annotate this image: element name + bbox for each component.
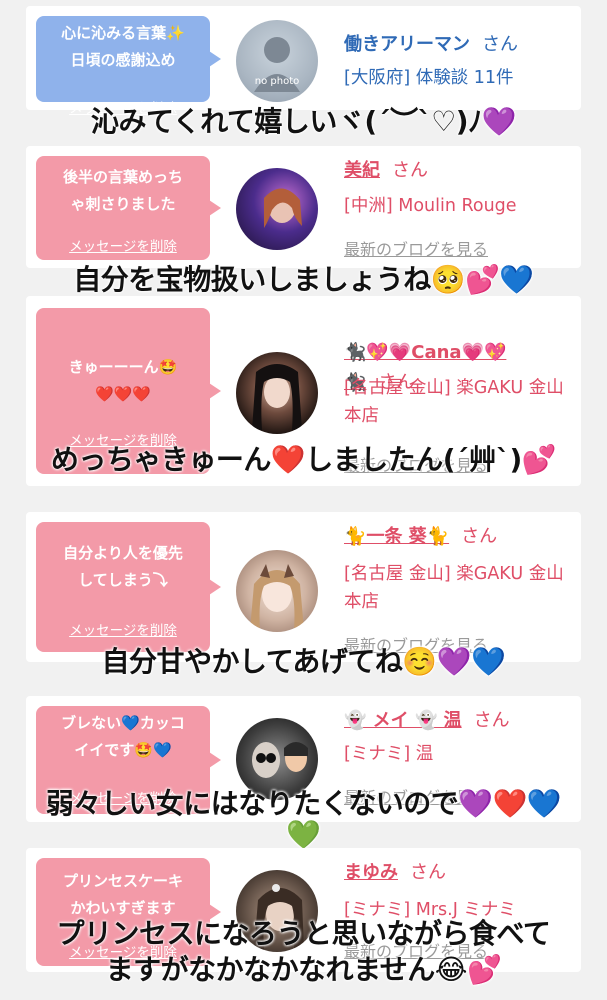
overlay-caption-line2: 💚 [286, 818, 321, 851]
message-text: きゅーーーん🤩 ❤️❤️❤️ [68, 358, 178, 403]
sender-shop[interactable]: [名古屋 金山] 楽GAKU 金山本店 [344, 374, 574, 430]
sender-shop[interactable]: [名古屋 金山] 楽GAKU 金山本店 [344, 560, 574, 616]
profile-photo-icon [252, 364, 302, 430]
message-text: ブレない💙カッコ イイです🤩💙 [61, 714, 185, 759]
profile-photo-icon [264, 188, 302, 228]
message-bubble: 心に沁みる言葉✨ 日頃の感謝込め メッセージを削除 [36, 16, 221, 117]
sender-name[interactable]: 🐈一条 葵🐈 さん [344, 524, 497, 550]
no-photo-label: no photo [254, 76, 300, 87]
avatar[interactable] [236, 168, 318, 250]
message-bubble: 後半の言葉めっち ゃ刺さりました メッセージを削除 [36, 156, 221, 261]
avatar[interactable] [236, 352, 318, 434]
profile-photo-icon [250, 564, 304, 630]
delete-message-link[interactable]: メッセージを削除 [36, 234, 210, 261]
latest-blog-link[interactable]: 最新のブログを見る [344, 236, 488, 260]
sender-name[interactable]: 👻 メイ 👻 温さん [344, 708, 510, 734]
sender-name[interactable]: 働きアリーマン さん [344, 32, 518, 58]
message-text: 後半の言葉めっち ゃ刺さりました [62, 168, 183, 213]
message-text: 自分より人を優先 してしまう⤵︎ [63, 544, 183, 589]
overlay-caption: 自分を宝物扱いしましょうね🥺💕💙 [73, 263, 534, 296]
avatar[interactable]: no photo [236, 20, 318, 102]
sender-shop[interactable]: [中洲] Moulin Rouge [344, 192, 574, 220]
person-silhouette-icon [254, 37, 300, 92]
message-card: 後半の言葉めっち ゃ刺さりました メッセージを削除 美紀 さん [中洲] Moul… [26, 146, 581, 268]
overlay-caption-line2: ますがなかなかなれません😂💕 [105, 953, 502, 986]
overlay-caption: 弱々しい女にはなりたくないので💜❤️💙 [45, 787, 562, 820]
avatar[interactable] [236, 550, 318, 632]
message-text: 心に沁みる言葉✨ 日頃の感謝込め [61, 24, 185, 69]
sender-shop[interactable]: [大阪府] 体験談 11件 [344, 64, 574, 92]
overlay-caption: 自分甘やかしてあげてね☺️💜💙 [101, 645, 506, 678]
overlay-caption: プリンセスになろうと思いながら食べて [56, 917, 551, 950]
message-card: 心に沁みる言葉✨ 日頃の感謝込め メッセージを削除 no photo 働きアリー… [26, 6, 581, 117]
sender-shop[interactable]: [ミナミ] 温 [344, 740, 574, 768]
overlay-caption: 沁みてくれて嬉しいヾ(´︶`♡)ﾉ💜 [91, 105, 516, 138]
sender-name[interactable]: まゆみ さん [344, 860, 446, 886]
sender-name[interactable]: 美紀 さん [344, 158, 428, 184]
overlay-caption: めっちゃきゅーん❤️しましたん(´艸`)💕 [50, 443, 557, 476]
message-bubble: 自分より人を優先 してしまう⤵︎ メッセージを削除 [36, 522, 221, 652]
